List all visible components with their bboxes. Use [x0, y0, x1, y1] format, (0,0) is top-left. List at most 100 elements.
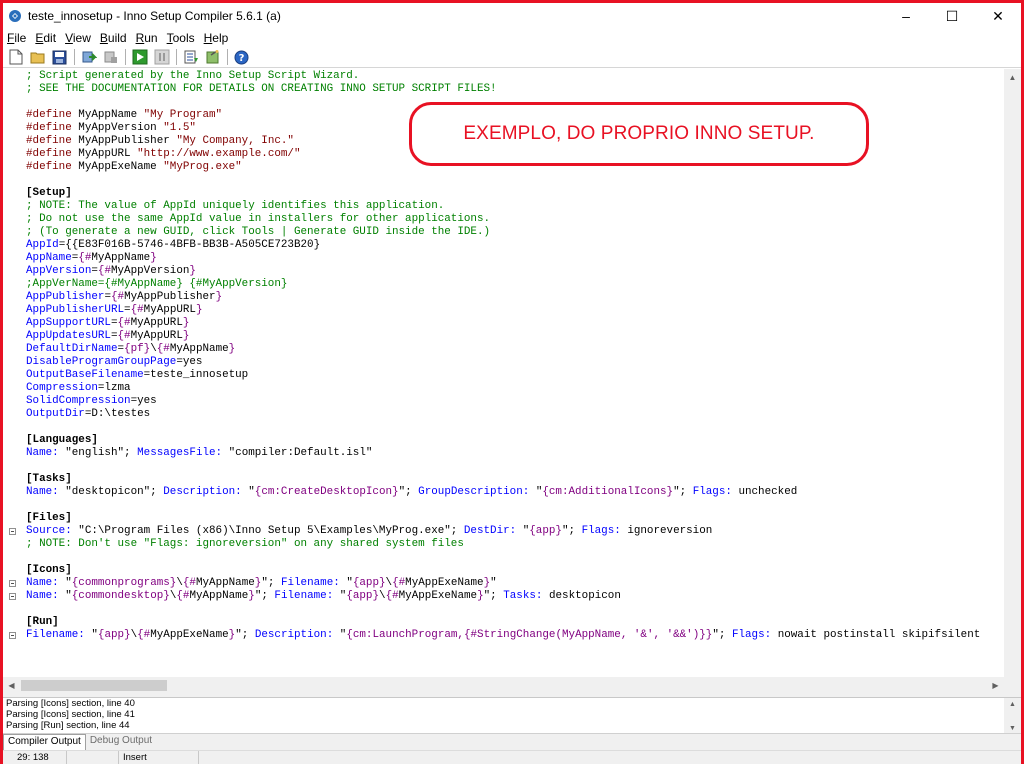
code-line: ; (To generate a new GUID, click Tools |…	[26, 226, 1003, 239]
code-text: =teste_innosetup	[143, 369, 249, 381]
application-window: teste_innosetup - Inno Setup Compiler 5.…	[0, 0, 1024, 764]
code-text: MyAppVersion	[110, 265, 190, 277]
pause-icon[interactable]	[152, 48, 171, 67]
code-text: MyAppName	[195, 577, 255, 589]
code-keyword: Flags:	[692, 486, 732, 498]
code-constant: {#	[182, 577, 196, 589]
code-constant: }	[182, 330, 190, 342]
menu-edit[interactable]: Edit	[31, 31, 61, 45]
code-keyword: Filename:	[26, 629, 85, 641]
code-keyword: SolidCompression	[26, 395, 131, 407]
code-text: "	[333, 590, 347, 602]
toolbar: ?	[3, 47, 1021, 68]
toolbar-separator	[176, 49, 177, 65]
fold-marker-icon[interactable]	[9, 580, 16, 587]
compiler-output-pane: Parsing [Icons] section, line 40 Parsing…	[3, 697, 1021, 733]
menu-view[interactable]: View	[61, 31, 96, 45]
code-text: ";	[712, 629, 732, 641]
code-constant: {commonprograms}	[71, 577, 177, 589]
menu-bar: File Edit View Build Run Tools Help	[3, 29, 1021, 47]
fold-marker-icon[interactable]	[9, 632, 16, 639]
scroll-up-icon[interactable]: ▲	[1004, 69, 1021, 86]
scroll-up-icon[interactable]: ▲	[1004, 698, 1021, 710]
code-comment: ; Do not use the same AppId value in ins…	[26, 213, 491, 225]
code-text: MyAppPublisher	[71, 135, 177, 147]
code-keyword: Compression	[26, 382, 98, 394]
horizontal-scroll-thumb[interactable]	[21, 680, 167, 691]
code-text: MyAppURL	[130, 317, 183, 329]
scroll-down-icon[interactable]: ▼	[1004, 722, 1021, 733]
inno-setup-icon	[8, 9, 22, 23]
code-line: Name: "desktopicon"; Description: "{cm:C…	[26, 486, 1003, 499]
menu-run[interactable]: Run	[132, 31, 163, 45]
minimize-button[interactable]: –	[883, 3, 929, 29]
save-icon[interactable]	[50, 48, 69, 67]
help-icon[interactable]: ?	[232, 48, 251, 67]
editor-vertical-scrollbar[interactable]: ▲	[1004, 69, 1021, 678]
code-line: [Languages]	[26, 434, 1003, 447]
code-keyword: OutputDir	[26, 408, 85, 420]
code-text: MyAppName	[71, 109, 144, 121]
scroll-right-icon[interactable]: ▶	[987, 677, 1004, 694]
stop-compile-icon[interactable]	[101, 48, 120, 67]
code-text: "desktopicon";	[58, 486, 164, 498]
code-text: nowait postinstall skipifsilent	[771, 629, 981, 641]
close-button[interactable]: ✕	[975, 3, 1021, 29]
title-bar[interactable]: teste_innosetup - Inno Setup Compiler 5.…	[3, 3, 1021, 29]
code-line: ; Script generated by the Inno Setup Scr…	[26, 70, 1003, 83]
code-preprocessor: "1.5"	[163, 122, 196, 134]
code-line: ; NOTE: Don't use "Flags: ignoreversion"…	[26, 538, 1003, 551]
tab-compiler-output[interactable]: Compiler Output	[3, 734, 86, 750]
code-text: "	[84, 629, 98, 641]
output-vertical-scrollbar[interactable]: ▲ ▼	[1004, 698, 1021, 733]
scrollbar-corner	[1004, 677, 1021, 694]
code-line: AppPublisherURL={#MyAppURL}	[26, 304, 1003, 317]
code-preprocessor: #define	[26, 135, 72, 147]
maximize-button[interactable]: ☐	[929, 3, 975, 29]
menu-tools[interactable]: Tools	[163, 31, 200, 45]
cursor-position: 29: 138	[3, 750, 67, 764]
code-text: MyAppURL	[143, 304, 196, 316]
editor-horizontal-scrollbar[interactable]: ◀ ▶	[3, 677, 1021, 694]
code-text: "	[490, 577, 497, 589]
scroll-left-icon[interactable]: ◀	[3, 677, 20, 694]
fold-marker-icon[interactable]	[9, 528, 16, 535]
code-text: "	[333, 629, 347, 641]
open-folder-icon[interactable]	[28, 48, 47, 67]
code-text: MyAppVersion	[71, 122, 164, 134]
code-constant: {#	[176, 590, 190, 602]
code-keyword: AppName	[26, 252, 72, 264]
tab-debug-output[interactable]: Debug Output	[86, 734, 156, 750]
code-line: OutputDir=D:\testes	[26, 408, 1003, 421]
code-line: ; NOTE: The value of AppId uniquely iden…	[26, 200, 1003, 213]
code-line: DefaultDirName={pf}\{#MyAppName}	[26, 343, 1003, 356]
code-constant: {#	[78, 252, 92, 264]
code-preprocessor: "MyProg.exe"	[163, 161, 242, 173]
run-icon[interactable]	[130, 48, 149, 67]
menu-build[interactable]: Build	[96, 31, 132, 45]
code-text: "compiler:Default.isl"	[222, 447, 373, 459]
code-text: MyAppURL	[71, 148, 138, 160]
code-constant: {#	[385, 590, 399, 602]
wizard-icon[interactable]	[203, 48, 222, 67]
code-text: MyAppExeName	[150, 629, 229, 641]
code-line: AppName={#MyAppName}	[26, 252, 1003, 265]
menu-help[interactable]: Help	[200, 31, 234, 45]
code-preprocessor: #define	[26, 161, 72, 173]
target-icon[interactable]	[181, 48, 200, 67]
code-text: MyAppExeName	[405, 577, 484, 589]
code-keyword: MessagesFile:	[137, 447, 223, 459]
menu-file[interactable]: File	[3, 31, 31, 45]
code-text: MyAppPublisher	[124, 291, 216, 303]
code-constant: {#	[117, 330, 131, 342]
new-file-icon[interactable]	[6, 48, 25, 67]
code-constant: {#	[130, 304, 144, 316]
code-keyword: Description:	[254, 629, 334, 641]
fold-marker-icon[interactable]	[9, 593, 16, 600]
code-text: =yes	[176, 356, 203, 368]
code-comment: ; NOTE: The value of AppId uniquely iden…	[26, 200, 445, 212]
code-keyword: Name:	[26, 590, 59, 602]
compile-icon[interactable]	[79, 48, 98, 67]
